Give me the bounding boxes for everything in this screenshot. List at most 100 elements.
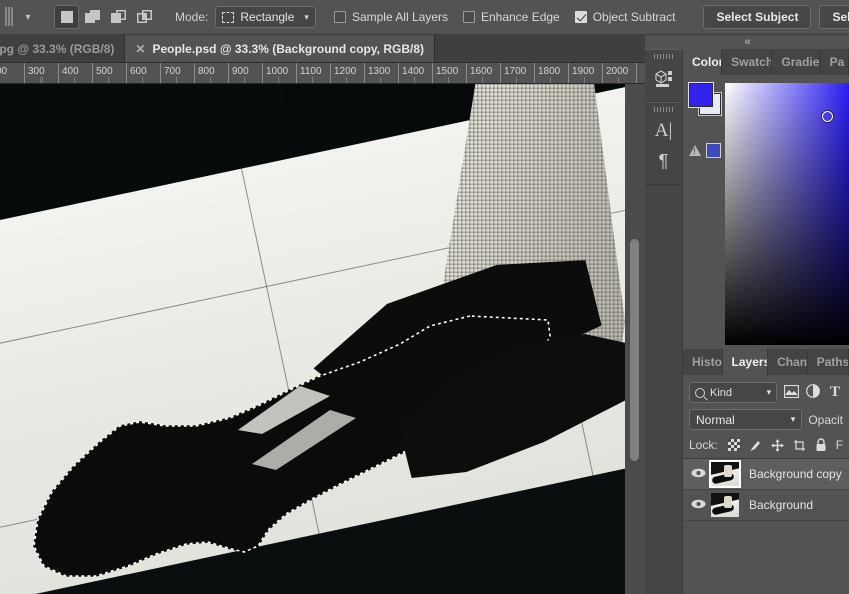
horizontal-ruler[interactable]: 00 300 400 500 600 700 800 900 1000 1100… — [0, 63, 645, 84]
image-filter-icon[interactable] — [783, 384, 799, 401]
tab-paths[interactable]: Paths — [808, 349, 849, 375]
intersect-with-selection-button[interactable] — [132, 5, 157, 29]
checkbox-box-checked — [574, 11, 587, 23]
ruler-label: 00 — [0, 66, 8, 77]
layers-panel: Histo Layers Chan Paths Kind ▾ T Normal … — [683, 349, 849, 594]
document-tab-uke[interactable]: uke.jpg @ 33.3% (RGB/8) — [0, 35, 126, 62]
type-filter-icon[interactable]: T — [827, 384, 843, 401]
blend-mode-row: Normal ▾ Opacit — [683, 407, 849, 432]
tab-color[interactable]: Color — [683, 49, 723, 75]
character-panel-icon[interactable]: A| — [649, 116, 679, 146]
fill-label: F — [835, 438, 844, 452]
right-dock: « A| ¶ Color Swatch Gradie Pa ! Histo La… — [645, 35, 849, 594]
chevron-down-icon[interactable]: ▾ — [20, 12, 36, 23]
opacity-label: Opacit — [808, 412, 843, 427]
ruler-label: 1300 — [368, 66, 391, 77]
color-panel-body — [683, 75, 849, 349]
enhance-edge-checkbox[interactable]: Enhance Edge — [462, 10, 560, 24]
add-to-selection-button[interactable] — [80, 5, 105, 29]
layer-name[interactable]: Background — [741, 498, 813, 512]
layer-list: Background copy Background — [683, 458, 849, 521]
tab-layers[interactable]: Layers — [722, 349, 769, 375]
layer-filter-row: Kind ▾ T — [683, 375, 849, 407]
layer-filter-value: Kind — [710, 386, 733, 399]
ruler-label: 1800 — [538, 66, 561, 77]
select-and-mask-button[interactable]: Select — [819, 5, 849, 29]
panel-icon-rail: A| ¶ — [645, 49, 683, 594]
out-of-gamut-warning[interactable] — [689, 143, 725, 158]
tab-swatches[interactable]: Swatche — [722, 49, 773, 75]
ruler-label: 1200 — [334, 66, 357, 77]
ruler-label: 1000 — [266, 66, 289, 77]
ruler-label: 400 — [62, 66, 79, 77]
ruler-label: 1100 — [300, 66, 322, 77]
close-icon[interactable]: ✕ — [135, 42, 145, 56]
tab-patterns[interactable]: Pa — [821, 49, 849, 75]
layer-thumbnail[interactable] — [711, 462, 739, 486]
blend-mode-select[interactable]: Normal ▾ — [689, 409, 803, 430]
tab-channels[interactable]: Chan — [768, 349, 808, 375]
lock-artboard-icon[interactable] — [793, 439, 806, 452]
select-subject-button[interactable]: Select Subject — [703, 5, 812, 29]
document-tab-people[interactable]: ✕ People.psd @ 33.3% (Background copy, R… — [125, 35, 436, 62]
rail-empty-space — [645, 185, 682, 525]
drag-grip-icon[interactable] — [653, 54, 674, 59]
layer-row-background-copy[interactable]: Background copy — [683, 459, 849, 490]
mode-select-value: Rectangle — [240, 10, 295, 24]
layer-filter-kind-select[interactable]: Kind ▾ — [689, 382, 778, 403]
lock-transparent-pixels-icon[interactable] — [727, 439, 740, 451]
subtract-from-selection-button[interactable] — [106, 5, 131, 29]
drag-grip-icon[interactable] — [653, 107, 674, 112]
new-selection-button[interactable] — [54, 5, 79, 29]
marquee-tool-icon[interactable] — [2, 6, 20, 28]
document-tab-label: uke.jpg @ 33.3% (RGB/8) — [0, 41, 115, 56]
layer-row-background[interactable]: Background — [683, 490, 849, 521]
collapse-panels-button[interactable]: « — [645, 35, 849, 49]
tab-history[interactable]: Histo — [683, 349, 723, 375]
paragraph-panel-icon[interactable]: ¶ — [649, 146, 679, 176]
layer-visibility-toggle[interactable] — [687, 499, 709, 512]
color-ramp-gradient[interactable] — [725, 83, 849, 345]
lock-image-pixels-icon[interactable] — [749, 439, 762, 452]
adjustment-filter-icon[interactable] — [805, 384, 821, 401]
color-ramp-cursor[interactable] — [822, 111, 833, 122]
blend-mode-value: Normal — [696, 412, 735, 427]
foreground-background-swatches[interactable] — [689, 83, 723, 117]
tab-gradients[interactable]: Gradien — [772, 49, 821, 75]
canvas-vertical-scrollbar[interactable] — [630, 239, 639, 461]
layer-name[interactable]: Background copy — [741, 467, 842, 481]
document-image[interactable] — [0, 84, 625, 594]
foreground-color-swatch[interactable] — [689, 83, 713, 107]
lock-all-icon[interactable] — [815, 438, 827, 452]
options-bar: ▾ Mode: Rectangle ▾ Sample All Layers En… — [0, 0, 849, 35]
layer-thumbnail[interactable] — [711, 493, 739, 517]
ruler-label: 500 — [96, 66, 113, 77]
subtract-from-selection-icon — [110, 10, 127, 24]
layer-visibility-toggle[interactable] — [687, 468, 709, 481]
warning-triangle-icon — [689, 145, 701, 156]
lock-position-icon[interactable] — [770, 438, 784, 452]
search-icon — [695, 387, 705, 398]
document-tab-label: People.psd @ 33.3% (Background copy, RGB… — [152, 41, 425, 56]
in-gamut-color-swatch[interactable] — [706, 143, 721, 158]
color-swatch-column — [683, 75, 725, 349]
ruler-label: 1500 — [436, 66, 459, 77]
enhance-edge-label: Enhance Edge — [480, 10, 560, 24]
sample-all-layers-label: Sample All Layers — [351, 10, 448, 24]
selection-mode-buttons — [54, 5, 157, 29]
canvas-area[interactable] — [0, 84, 645, 594]
rectangle-marquee-icon — [222, 11, 235, 23]
sample-all-layers-checkbox[interactable]: Sample All Layers — [333, 10, 448, 24]
photoshop-window: ▾ Mode: Rectangle ▾ Sample All Layers En… — [0, 0, 849, 594]
color-ramp[interactable] — [725, 83, 849, 349]
ruler-label: 1700 — [504, 66, 527, 77]
ruler-label: 800 — [198, 66, 215, 77]
tool-preset-picker[interactable]: ▾ — [0, 6, 36, 28]
object-subtract-checkbox[interactable]: Object Subtract — [574, 10, 675, 24]
chevron-down-icon: ▾ — [790, 414, 796, 424]
layers-panel-tabs: Histo Layers Chan Paths — [683, 349, 849, 375]
rail-group-type: A| ¶ — [645, 102, 682, 185]
3d-panel-icon[interactable] — [649, 63, 679, 93]
checkbox-box — [462, 11, 475, 23]
mode-select[interactable]: Rectangle ▾ — [215, 6, 316, 28]
